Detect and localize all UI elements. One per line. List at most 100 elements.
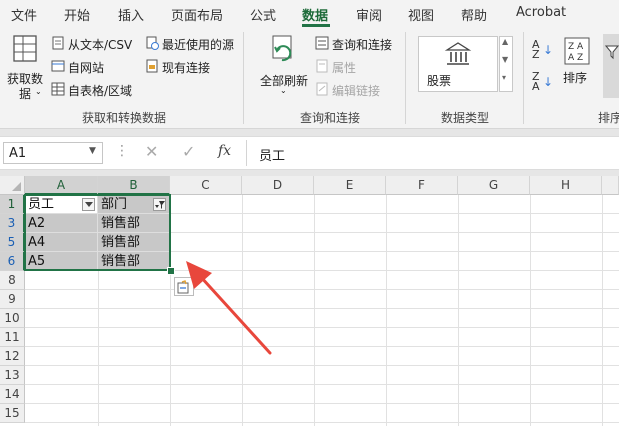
name-box-value: A1 xyxy=(9,146,27,161)
column-header-i[interactable] xyxy=(602,176,619,195)
group-separator xyxy=(243,32,244,124)
column-header-d[interactable]: D xyxy=(242,176,314,195)
ribbon: 获取数 据 ⌄ 从文本/CSV 自网站 自表格/区域 最近使用的源 现有连接 获… xyxy=(0,28,619,129)
sort-ascending-button[interactable]: AZ ↓ xyxy=(532,39,554,60)
column-header-f[interactable]: F xyxy=(386,176,458,195)
row-header-8[interactable]: 8 xyxy=(0,271,25,290)
stocks-label: 股票 xyxy=(427,74,452,88)
sort-descending-button[interactable]: ZA ↓ xyxy=(532,70,554,93)
refresh-all-button[interactable]: 全部刷新 ⌄ xyxy=(258,32,310,102)
sort-label: 排序 xyxy=(563,71,588,85)
arrow-down-icon: ↓ xyxy=(543,75,554,89)
fill-handle[interactable] xyxy=(167,267,175,275)
chevron-up-icon: ▲ xyxy=(502,37,509,46)
confirm-entry-icon[interactable]: ✓ xyxy=(182,142,195,161)
cell-b5[interactable]: 销售部 xyxy=(98,233,170,252)
row-header-13[interactable]: 13 xyxy=(0,366,25,385)
tab-home[interactable]: 开始 xyxy=(64,5,90,24)
properties-icon xyxy=(316,59,328,73)
row-header-10[interactable]: 10 xyxy=(0,309,25,328)
formula-bar-grip-icon: ⋮ xyxy=(115,143,129,159)
column-header-g[interactable]: G xyxy=(458,176,530,195)
existing-connections-button[interactable]: 现有连接 xyxy=(145,58,217,76)
recent-sources-icon xyxy=(146,36,159,50)
column-header-h[interactable]: H xyxy=(530,176,602,195)
formula-input[interactable]: 员工 xyxy=(246,140,619,166)
edit-links-label: 编辑链接 xyxy=(332,84,381,98)
cell-a3[interactable]: A2 xyxy=(25,214,98,233)
tab-acrobat[interactable]: Acrobat xyxy=(516,5,566,20)
annotation-arrow xyxy=(186,261,272,355)
group-label-get-transform: 获取和转换数据 xyxy=(82,111,167,125)
chevron-down-icon: ⌄ xyxy=(35,87,42,96)
refresh-icon xyxy=(272,35,292,62)
data-types-scroll[interactable]: ▲ ▼ ▾ xyxy=(499,36,513,92)
from-text-csv-label: 从文本/CSV xyxy=(68,38,133,52)
tab-page-layout[interactable]: 页面布局 xyxy=(171,5,223,24)
cell-a5[interactable]: A4 xyxy=(25,233,98,252)
row-header-15[interactable]: 15 xyxy=(0,404,25,423)
arrow-down-icon: ↓ xyxy=(543,43,554,57)
tab-data[interactable]: 数据 xyxy=(302,5,328,24)
row-header-12[interactable]: 12 xyxy=(0,347,25,366)
tab-view[interactable]: 视图 xyxy=(408,5,434,24)
chevron-down-icon: ⌄ xyxy=(280,86,287,95)
active-tab-indicator xyxy=(302,24,330,27)
database-table-icon xyxy=(13,35,37,62)
row-header-9[interactable]: 9 xyxy=(0,290,25,309)
select-all-corner[interactable] xyxy=(0,176,25,195)
cell-b6[interactable]: 销售部 xyxy=(98,252,170,271)
filter-dropdown-button[interactable] xyxy=(82,198,95,211)
group-separator xyxy=(523,32,524,124)
name-box-dropdown-icon[interactable]: ▼ xyxy=(89,146,96,156)
column-header-c[interactable]: C xyxy=(170,176,242,195)
row-header-14[interactable]: 14 xyxy=(0,385,25,404)
filter-active-button[interactable] xyxy=(153,198,166,211)
filter-applied-icon xyxy=(155,201,165,209)
table-icon xyxy=(51,82,65,96)
from-web-button[interactable]: 自网站 xyxy=(51,58,121,76)
text-file-icon xyxy=(52,36,64,50)
tab-file[interactable]: 文件 xyxy=(11,5,37,24)
sort-button[interactable]: Z A A Z 排序 xyxy=(560,34,596,98)
cell-b3[interactable]: 销售部 xyxy=(98,214,170,233)
row-header-5[interactable]: 5 xyxy=(0,233,25,252)
tab-insert[interactable]: 插入 xyxy=(118,5,144,24)
queries-connections-button[interactable]: 查询和连接 xyxy=(315,35,400,53)
group-separator xyxy=(405,32,406,124)
edit-links-button[interactable]: 编辑链接 xyxy=(315,81,390,99)
row-header-11[interactable]: 11 xyxy=(0,328,25,347)
from-table-range-label: 自表格/区域 xyxy=(68,84,133,98)
group-label-sort-filter: 排序 xyxy=(598,111,619,125)
filter-button[interactable] xyxy=(603,34,619,98)
name-box[interactable]: A1 ▼ xyxy=(3,142,103,164)
insert-function-icon[interactable]: fx xyxy=(218,143,231,159)
worksheet-grid[interactable]: A B C D E F G H 1 3 5 6 8 9 10 11 12 13 … xyxy=(0,176,619,426)
bank-icon xyxy=(444,42,472,65)
existing-connections-icon xyxy=(146,59,158,73)
sort-descending-icon: ZA xyxy=(532,70,540,93)
ribbon-tab-bar: 文件 开始 插入 页面布局 公式 数据 审阅 视图 帮助 Acrobat xyxy=(0,0,619,28)
tab-review[interactable]: 审阅 xyxy=(356,5,382,24)
tab-help[interactable]: 帮助 xyxy=(461,5,487,24)
get-data-button[interactable]: 获取数 据 ⌄ xyxy=(4,32,46,102)
expand-gallery-icon: ▾ xyxy=(502,73,507,82)
row-header-3[interactable]: 3 xyxy=(0,214,25,233)
row-header-1[interactable]: 1 xyxy=(0,195,25,214)
recent-sources-button[interactable]: 最近使用的源 xyxy=(145,35,239,53)
cell-a6[interactable]: A5 xyxy=(25,252,98,271)
from-table-range-button[interactable]: 自表格/区域 xyxy=(51,81,141,99)
properties-button[interactable]: 属性 xyxy=(315,58,365,76)
column-header-e[interactable]: E xyxy=(314,176,386,195)
column-header-a[interactable]: A xyxy=(25,176,98,195)
cancel-entry-icon[interactable]: ✕ xyxy=(145,142,158,161)
group-label-data-types: 数据类型 xyxy=(441,111,490,125)
column-header-b[interactable]: B xyxy=(98,176,170,195)
group-label-queries: 查询和连接 xyxy=(300,111,361,125)
row-header-6[interactable]: 6 xyxy=(0,252,25,271)
stocks-data-type-button[interactable]: 股票 xyxy=(418,36,498,92)
from-text-csv-button[interactable]: 从文本/CSV xyxy=(51,35,143,53)
formula-bar: A1 ▼ ⋮ ✕ ✓ fx 员工 xyxy=(0,136,619,170)
tab-formulas[interactable]: 公式 xyxy=(250,5,276,24)
edit-links-icon xyxy=(316,82,328,96)
